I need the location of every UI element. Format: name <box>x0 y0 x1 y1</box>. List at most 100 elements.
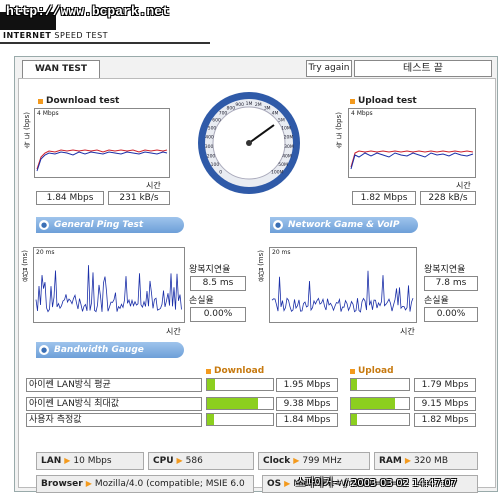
toolbar-right: Try again 테스트 끝 <box>306 60 492 78</box>
upload-scale: 4 Mbps <box>351 110 373 117</box>
gauge-tick-label: 600 <box>212 118 221 124</box>
game-ylabel: 응답 (ms) <box>257 250 265 283</box>
latency-line <box>35 265 182 313</box>
download-ylabel: 속 도 (bps) <box>23 112 31 149</box>
arrow-right-icon: ▶ <box>64 456 71 465</box>
upload-title: Upload test <box>350 96 417 106</box>
gauge-tick-label: 4M <box>272 111 279 117</box>
gauge-tick-label: 800 <box>227 105 236 111</box>
bullet-icon: ● <box>39 345 49 355</box>
bandwidth-upload-bar <box>350 413 410 426</box>
download-mbps: 1.84 Mbps <box>36 191 104 205</box>
bandwidth-download-bar-fill <box>207 398 259 409</box>
bandwidth-row-label: 아이쎈 LAN방식 평균 <box>26 378 202 392</box>
ping-graph-line <box>35 265 182 313</box>
gauge-tick-label: 20M <box>284 135 294 141</box>
gauge-tick-label: 5M <box>278 118 285 124</box>
bandwidth-download-bar <box>206 397 274 410</box>
ram-info: RAM ▶ 320 MB <box>374 452 478 470</box>
download-graph-lines <box>36 149 168 172</box>
gauge-tick-label: 1M <box>246 101 253 107</box>
bandwidth-download-bar-fill <box>207 414 215 425</box>
ping-ylabel: 응답 (ms) <box>21 250 29 283</box>
gauge-tick-label: 400 <box>205 135 214 141</box>
arrow-right-icon: ▶ <box>293 456 300 465</box>
orange-square-icon <box>206 368 211 374</box>
bullet-icon: ● <box>39 220 49 230</box>
upload-mbps: 1.82 Mbps <box>352 191 416 205</box>
bandwidth-download-value: 1.84 Mbps <box>276 413 338 427</box>
gauge-tick-label: 10M <box>281 126 291 132</box>
bandwidth-row-label: 아이쎈 LAN방식 최대값 <box>26 397 202 411</box>
speed-test-window: http://www.bcpark.net INTERNET SPEED TES… <box>0 0 500 493</box>
site-url: http://www.bcpark.net <box>6 4 170 19</box>
game-graph: 20 ms <box>269 247 417 323</box>
ping-section-bar: ● General Ping Test <box>36 217 184 233</box>
bandwidth-download-bar <box>206 378 274 391</box>
bandwidth-upload-value: 1.79 Mbps <box>414 378 476 392</box>
latency-line <box>271 270 414 313</box>
game-rtt-value: 7.8 ms <box>424 276 478 291</box>
gauge-tick-label: 500 <box>208 126 217 132</box>
download-kbs: 231 kB/s <box>108 191 170 205</box>
arrow-right-icon: ▶ <box>404 456 412 465</box>
gauge-tick-label: 50M <box>278 162 288 168</box>
game-xlabel: 시간 <box>400 327 415 336</box>
capture-watermark: 스파이커~ / 2003-03-02 14:47:07 <box>296 478 458 489</box>
gauge-tick-label: 300 <box>205 144 214 150</box>
bullet-icon: ● <box>273 220 283 230</box>
ping-rtt-label: 왕복지연율 <box>189 265 231 275</box>
bandwidth-download-value: 9.38 Mbps <box>276 397 338 411</box>
download-xlabel: 시간 <box>146 181 161 190</box>
bandwidth-download-header: Download <box>206 366 264 376</box>
gauge-tick-label: 40M <box>282 153 292 159</box>
upload-kbs: 228 kB/s <box>420 191 476 205</box>
game-scale: 20 ms <box>272 249 291 256</box>
gauge-tick-label: 100 <box>211 162 220 168</box>
arrow-right-icon: ▶ <box>176 456 183 465</box>
bandwidth-download-bar <box>206 413 274 426</box>
gauge-tick-label: 700 <box>219 111 228 117</box>
tab-wan-test[interactable]: WAN TEST <box>22 60 100 78</box>
orange-square-icon <box>38 98 43 104</box>
ping-scale: 20 ms <box>36 249 55 256</box>
lan-info: LAN ▶ 10 Mbps <box>36 452 144 470</box>
game-section-bar: ● Network Game & VoIP Test <box>270 217 418 246</box>
download-graph: 4 Mbps <box>34 108 170 178</box>
upload-graph-lines <box>350 150 474 170</box>
bandwidth-row: 아이쎈 LAN방식 최대값 <box>26 397 202 411</box>
gauge-tick-label: 30M <box>284 144 294 150</box>
bandwidth-upload-bar-fill <box>351 414 358 425</box>
arrow-right-icon: ▶ <box>85 479 92 488</box>
bandwidth-download-value: 1.95 Mbps <box>276 378 338 392</box>
gauge-tick-label: 100M <box>271 169 284 175</box>
download-title: Download test <box>38 96 119 106</box>
speed-gauge: 0100 200 300 400 500 600700800900 1M 2M3M4M5M 10… <box>198 92 300 194</box>
bandwidth-section-bar: ● Bandwidth Gauge <box>36 342 184 358</box>
bandwidth-upload-value: 1.82 Mbps <box>414 413 476 427</box>
ping-loss-value: 0.00% <box>190 307 246 322</box>
gauge-tick-label: 2M <box>255 102 262 108</box>
orange-square-icon <box>350 368 355 374</box>
ping-xlabel: 시간 <box>166 327 181 336</box>
gauge-tick-label: 3M <box>264 105 271 111</box>
upload-ylabel: 속 도 (bps) <box>335 112 343 149</box>
bandwidth-row-label: 사용자 측정값 <box>26 413 202 427</box>
arrow-right-icon: ▶ <box>284 479 291 488</box>
test-status: 테스트 끝 <box>354 60 492 77</box>
bandwidth-upload-header: Upload <box>350 366 394 376</box>
clock-info: Clock ▶ 799 MHz <box>258 452 370 470</box>
game-loss-label: 손실율 <box>424 296 449 306</box>
game-rtt-label: 왕복지연율 <box>424 265 466 275</box>
bandwidth-upload-bar-fill <box>351 379 358 390</box>
gauge-tick-label: 200 <box>207 153 216 159</box>
ping-graph: 20 ms <box>33 247 185 323</box>
ping-rtt-value: 8.5 ms <box>190 276 246 291</box>
orange-square-icon <box>350 98 355 104</box>
bandwidth-row: 사용자 측정값 <box>26 413 202 427</box>
bandwidth-upload-value: 9.15 Mbps <box>414 397 476 411</box>
try-again-button[interactable]: Try again <box>306 60 352 77</box>
bandwidth-upload-bar <box>350 397 410 410</box>
gauge-tick-label: 900 <box>235 102 244 108</box>
game-loss-value: 0.00% <box>424 307 478 322</box>
